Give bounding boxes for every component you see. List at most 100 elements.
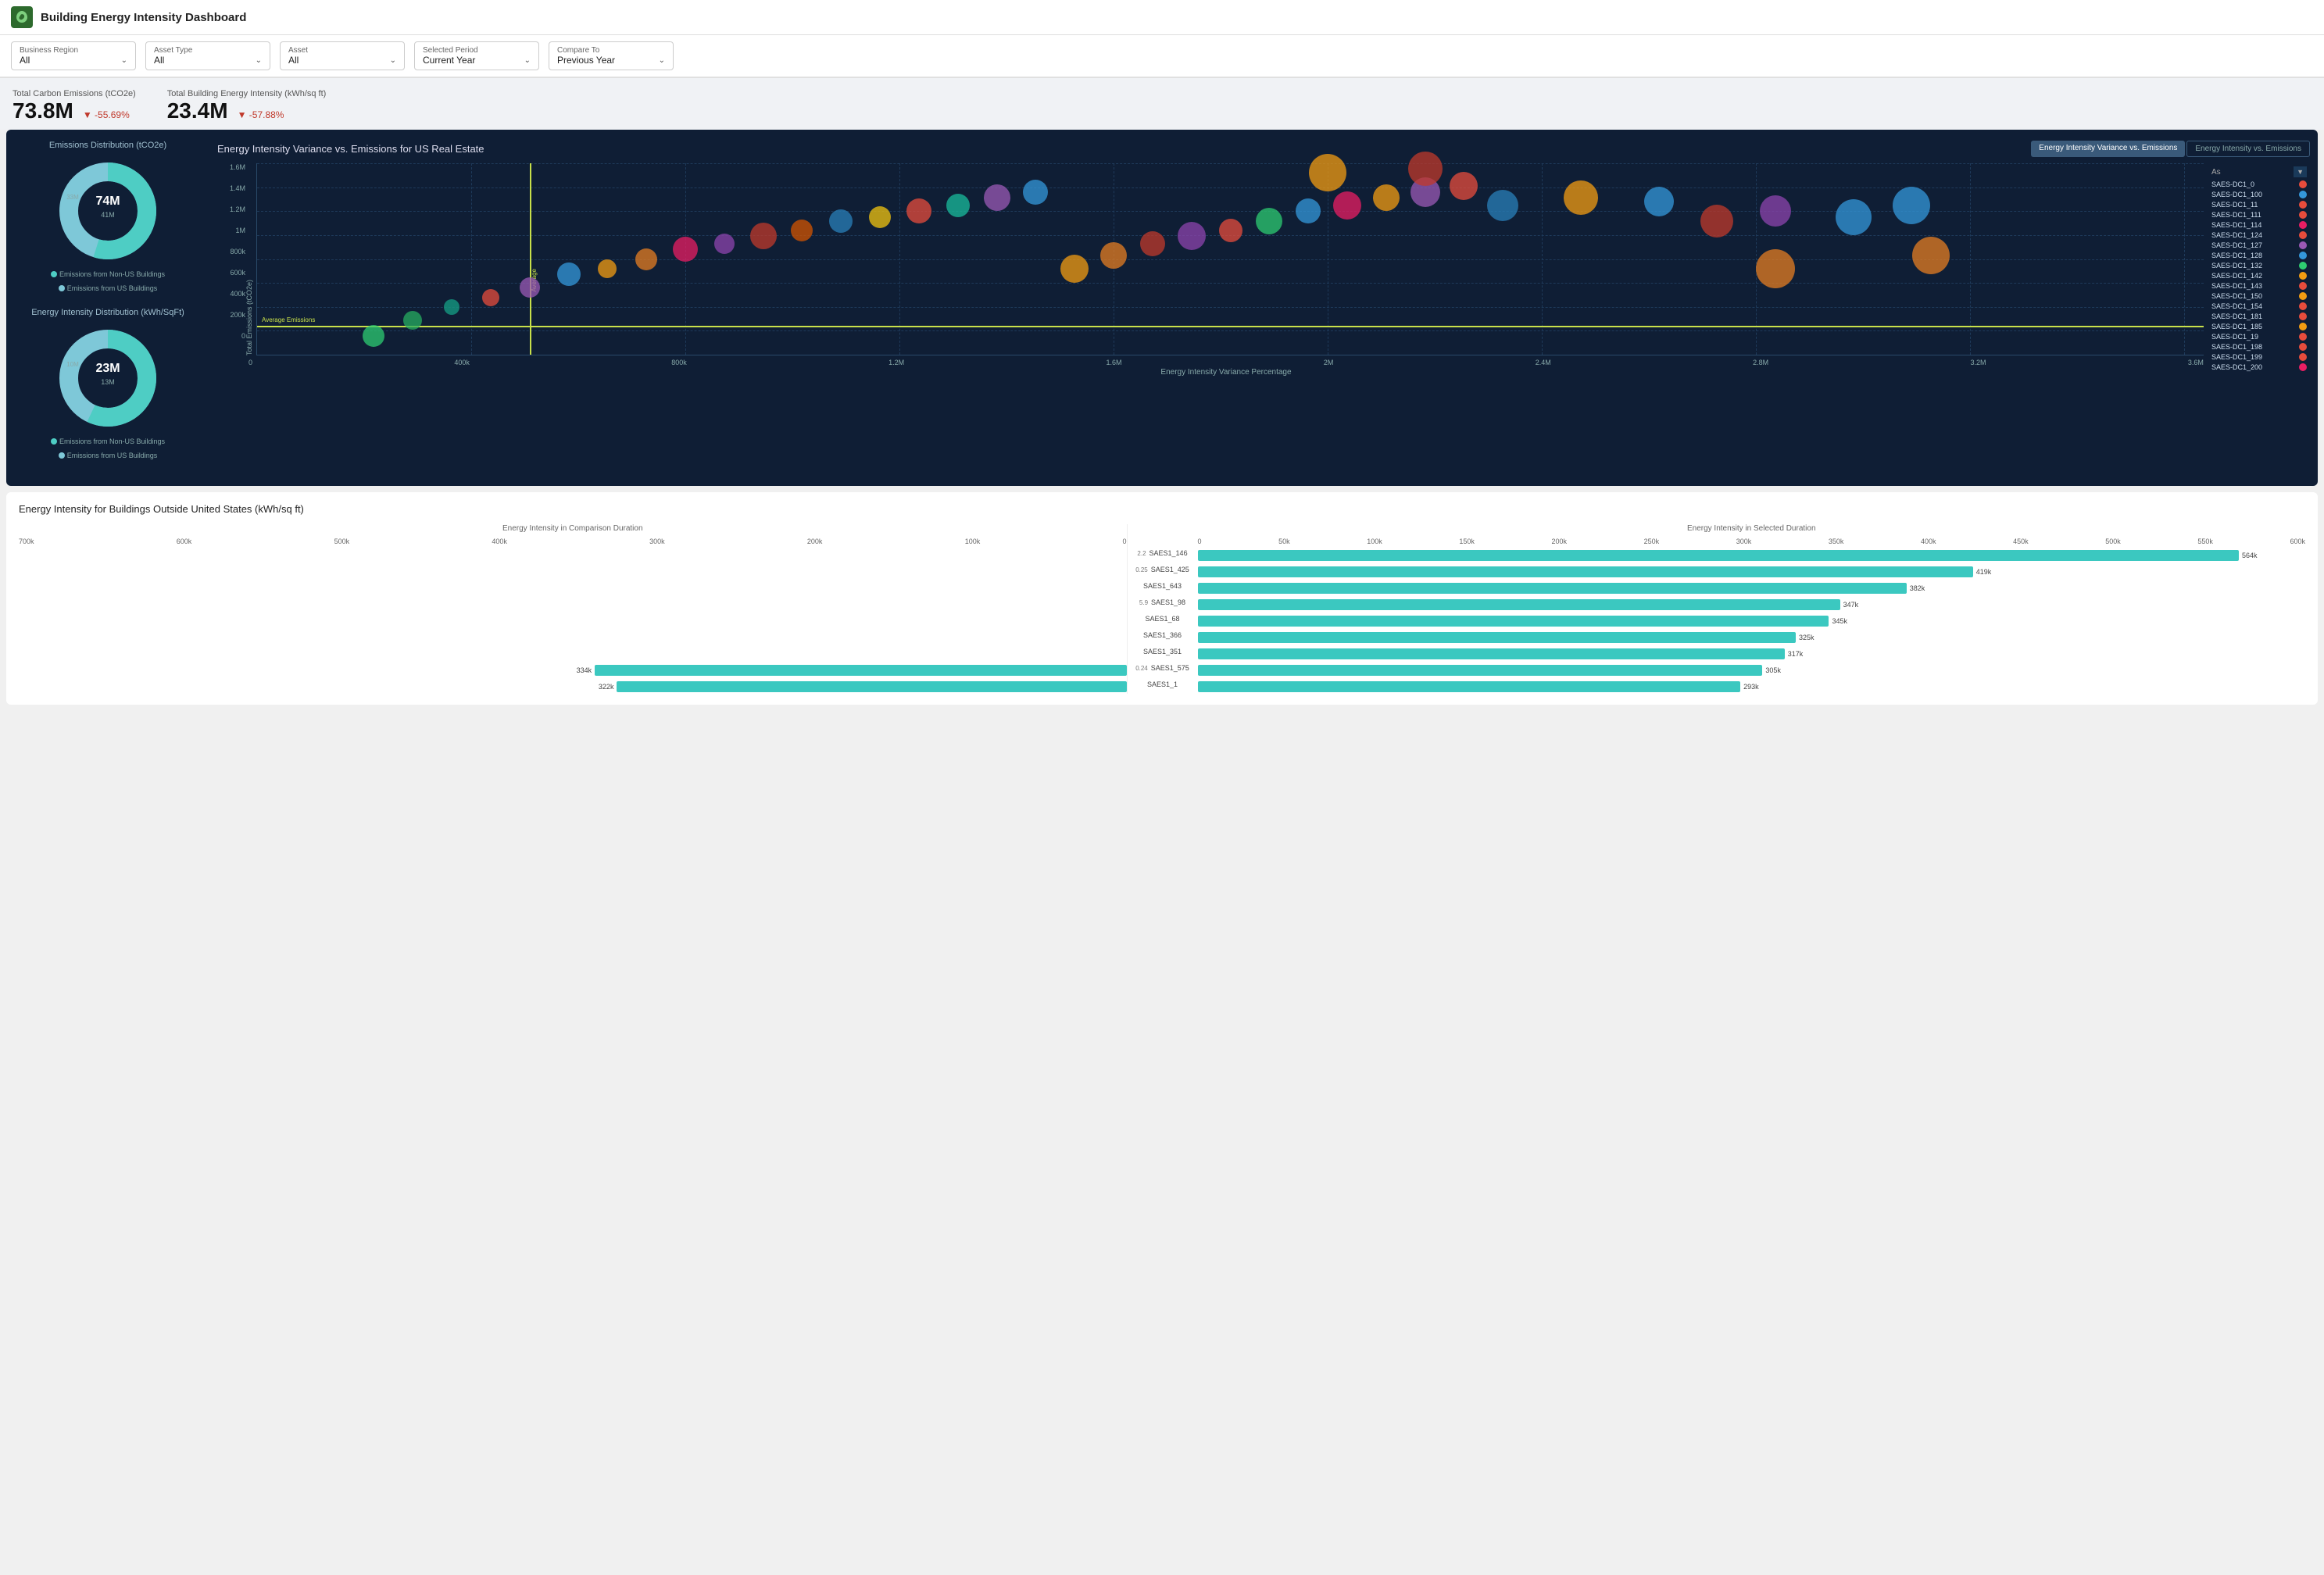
legend-item-saes-dc1-124: SAES-DC1_124 xyxy=(2211,231,2307,239)
filter-business-region[interactable]: Business Region All ⌄ xyxy=(11,41,136,70)
filter-value-selected-period: Current Year ⌄ xyxy=(423,55,531,66)
bubble xyxy=(1564,180,1598,215)
legend-filter-btn[interactable]: ▼ xyxy=(2294,166,2307,177)
filter-label-business-region: Business Region xyxy=(20,46,127,55)
legend-item-saes-dc1-100: SAES-DC1_100 xyxy=(2211,191,2307,198)
filter-value-asset-type: All ⌄ xyxy=(154,55,262,66)
bubble xyxy=(1893,187,1930,224)
emissions-donut-legend: Emissions from Non-US Buildings Emission… xyxy=(14,270,202,292)
bubble xyxy=(1178,222,1206,250)
tab-intensity-emissions[interactable]: Energy Intensity vs. Emissions xyxy=(2186,141,2310,157)
legend-us-emissions: Emissions from US Buildings xyxy=(59,284,158,292)
filter-label-selected-period: Selected Period xyxy=(423,46,531,55)
bubble xyxy=(403,311,422,330)
center-label-425: 0.25SAES1_425 xyxy=(1128,562,1198,577)
bubble xyxy=(1644,187,1674,216)
bubble xyxy=(1140,231,1165,256)
bar-row-right-98: 347k xyxy=(1198,598,2306,612)
bar-row-right-1: 293k xyxy=(1198,680,2306,694)
legend-item-saes-dc1-0: SAES-DC1_0 xyxy=(2211,180,2307,188)
legend-item-saes-dc1-185: SAES-DC1_185 xyxy=(2211,323,2307,330)
bar-row-left-empty-1 xyxy=(19,548,1127,562)
energy-intensity-donut-section: Energy Intensity Distribution (kWh/SqFt)… xyxy=(14,308,202,459)
svg-text:23M: 23M xyxy=(95,362,120,375)
legend-item-saes-dc1-19: SAES-DC1_19 xyxy=(2211,333,2307,341)
bubble xyxy=(444,299,459,315)
bar-row-right-68: 345k xyxy=(1198,614,2306,628)
bubble xyxy=(635,248,657,270)
legend-item-saes-dc1-128: SAES-DC1_128 xyxy=(2211,252,2307,259)
energy-intensity-donut: 23M 13M 10M xyxy=(53,323,163,433)
bubble xyxy=(791,220,813,241)
energy-intensity-donut-title: Energy Intensity Distribution (kWh/SqFt) xyxy=(14,308,202,317)
bubble xyxy=(1309,154,1346,191)
bar-row-left-empty-7 xyxy=(19,647,1127,661)
bar-row-left-1: 322k xyxy=(19,680,1127,694)
filter-selected-period[interactable]: Selected Period Current Year ⌄ xyxy=(414,41,539,70)
bubble xyxy=(1912,237,1950,274)
left-bars-container: 334k 322k xyxy=(19,548,1127,694)
legend-item-saes-dc1-181: SAES-DC1_181 xyxy=(2211,312,2307,320)
bubble xyxy=(984,184,1010,211)
bar-row-left-empty-5 xyxy=(19,614,1127,628)
center-label-1: SAES1_1 xyxy=(1128,677,1198,691)
avg-horizontal-line: Average Emissions xyxy=(257,326,2204,327)
filter-value-asset: All ⌄ xyxy=(288,55,396,66)
svg-text:10M: 10M xyxy=(66,361,79,368)
left-donuts: Emissions Distribution (tCO2e) 74M 41M 3… xyxy=(6,130,209,486)
charts-top: Emissions Distribution (tCO2e) 74M 41M 3… xyxy=(6,130,2318,486)
bar-row-right-425: 419k xyxy=(1198,565,2306,579)
legend-item-saes-dc1-200: SAES-DC1_200 xyxy=(2211,363,2307,371)
kpi-energy-label: Total Building Energy Intensity (kWh/sq … xyxy=(167,89,327,98)
bubble xyxy=(1256,208,1282,234)
chevron-down-icon: ⌄ xyxy=(390,56,396,65)
center-label-575: 0.24SAES1_575 xyxy=(1128,661,1198,675)
center-label-351: SAES1_351 xyxy=(1128,645,1198,659)
center-label-643: SAES1_643 xyxy=(1128,579,1198,593)
filter-asset-type[interactable]: Asset Type All ⌄ xyxy=(145,41,270,70)
filter-asset[interactable]: Asset All ⌄ xyxy=(280,41,405,70)
scatter-plot-area: Average Average Emissions xyxy=(256,163,2204,355)
filter-label-asset-type: Asset Type xyxy=(154,46,262,55)
bar-row-right-366: 325k xyxy=(1198,630,2306,645)
right-axis-labels: 050k100k150k200k250k300k350k400k450k500k… xyxy=(1198,538,2306,548)
bubble xyxy=(1333,191,1361,220)
filter-value-compare-to: Previous Year ⌄ xyxy=(557,55,665,66)
svg-text:13M: 13M xyxy=(101,378,115,386)
legend-item-saes-dc1-111: SAES-DC1_111 xyxy=(2211,211,2307,219)
filter-compare-to[interactable]: Compare To Previous Year ⌄ xyxy=(549,41,674,70)
bubble xyxy=(714,234,735,254)
bubble xyxy=(1296,198,1321,223)
legend-item-saes-dc1-143: SAES-DC1_143 xyxy=(2211,282,2307,290)
bubble xyxy=(1060,255,1089,283)
bubble xyxy=(1450,172,1478,200)
tab-variance-emissions[interactable]: Energy Intensity Variance vs. Emissions xyxy=(2031,141,2185,157)
legend-item-saes-dc1-199: SAES-DC1_199 xyxy=(2211,353,2307,361)
bubble xyxy=(1700,205,1733,238)
legend-item-saes-dc1-198: SAES-DC1_198 xyxy=(2211,343,2307,351)
center-labels: 2.2SAES1_146 0.25SAES1_425 SAES1_643 5.9… xyxy=(1128,524,1198,694)
legend-item-saes-dc1-11: SAES-DC1_11 xyxy=(2211,201,2307,209)
right-bar-title: Energy Intensity in Selected Duration xyxy=(1198,524,2306,533)
bubble xyxy=(750,223,777,249)
left-bar-title: Energy Intensity in Comparison Duration xyxy=(19,524,1127,533)
kpi-carbon-emissions: Total Carbon Emissions (tCO2e) 73.8M -55… xyxy=(13,89,136,123)
kpi-energy-change: -57.88% xyxy=(238,109,284,120)
bubble xyxy=(829,209,853,233)
chevron-down-icon: ⌄ xyxy=(659,56,665,65)
bubble xyxy=(1487,190,1518,221)
legend-non-us-energy: Emissions from Non-US Buildings xyxy=(51,438,165,445)
bubble xyxy=(1373,184,1400,211)
emissions-donut-section: Emissions Distribution (tCO2e) 74M 41M 3… xyxy=(14,141,202,292)
filter-label-compare-to: Compare To xyxy=(557,46,665,55)
bubble xyxy=(1836,199,1872,235)
us-energy-dot xyxy=(59,452,65,459)
x-axis: 0400k800k1.2M1.6M2M2.4M2.8M3.2M3.6M xyxy=(217,355,2204,366)
right-bars-container: 564k 419k 382k 347k 345k xyxy=(1198,548,2306,694)
kpi-carbon-change: -55.69% xyxy=(83,109,130,120)
us-dot xyxy=(59,285,65,291)
svg-text:33M: 33M xyxy=(66,194,79,201)
center-labels-list: 2.2SAES1_146 0.25SAES1_425 SAES1_643 5.9… xyxy=(1128,546,1198,691)
page-title: Building Energy Intensity Dashboard xyxy=(41,11,246,24)
filter-label-asset: Asset xyxy=(288,46,396,55)
